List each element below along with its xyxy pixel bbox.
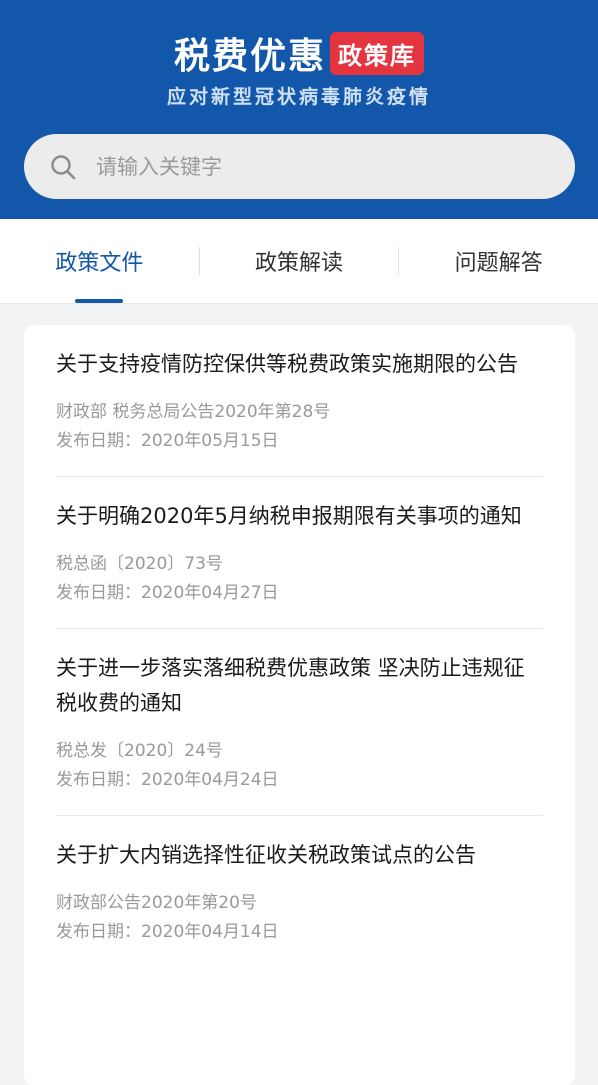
search-icon xyxy=(51,154,76,179)
search-bar[interactable] xyxy=(24,134,575,199)
item-title: 关于明确2020年5月纳税申报期限有关事项的通知 xyxy=(56,504,522,528)
header-subtitle: 应对新型冠状病毒肺炎疫情 xyxy=(166,86,431,108)
list-item[interactable]: 关于支持疫情防控保供等税费政策实施期限的公告 财政部 税务总局公告2020年第2… xyxy=(56,325,543,477)
item-date: 发布日期：2020年04月24日 xyxy=(56,770,279,790)
tab-policy-documents[interactable]: 政策文件 xyxy=(0,219,199,303)
item-title: 关于进一步落实落细税费优惠政策 坚决防止违规征税收费的通知 xyxy=(56,656,525,715)
list-item[interactable]: 关于扩大内销选择性征收关税政策试点的公告 财政部公告2020年第20号 发布日期… xyxy=(56,816,543,967)
header-banner: 税费优惠 政策库 应对新型冠状病毒肺炎疫情 xyxy=(0,0,598,219)
tab-qa[interactable]: 问题解答 xyxy=(399,219,598,303)
policy-list: 关于支持疫情防控保供等税费政策实施期限的公告 财政部 税务总局公告2020年第2… xyxy=(24,325,575,1085)
item-title: 关于扩大内销选择性征收关税政策试点的公告 xyxy=(56,843,476,867)
list-item[interactable]: 关于进一步落实落细税费优惠政策 坚决防止违规征税收费的通知 税总发〔2020〕2… xyxy=(56,629,543,816)
item-source: 税总发〔2020〕24号 xyxy=(56,741,223,761)
tab-label: 政策文件 xyxy=(55,251,144,276)
tab-label: 政策解读 xyxy=(255,251,344,276)
tab-label: 问题解答 xyxy=(454,251,543,276)
tab-bar: 政策文件 政策解读 问题解答 xyxy=(0,219,598,304)
item-date: 发布日期：2020年05月15日 xyxy=(56,431,279,451)
item-source: 财政部 税务总局公告2020年第28号 xyxy=(56,402,331,422)
logo-main-text: 税费优惠 xyxy=(173,36,326,77)
search-input[interactable] xyxy=(96,154,536,179)
tab-policy-interpretation[interactable]: 政策解读 xyxy=(200,219,399,303)
item-date: 发布日期：2020年04月27日 xyxy=(56,583,279,603)
item-source: 财政部公告2020年第20号 xyxy=(56,893,257,913)
logo-badge: 政策库 xyxy=(330,31,424,75)
list-item[interactable]: 关于明确2020年5月纳税申报期限有关事项的通知 税总函〔2020〕73号 发布… xyxy=(56,477,543,629)
item-title: 关于支持疫情防控保供等税费政策实施期限的公告 xyxy=(56,352,518,376)
item-source: 税总函〔2020〕73号 xyxy=(56,554,223,574)
item-date: 发布日期：2020年04月14日 xyxy=(56,922,279,942)
logo: 税费优惠 政策库 xyxy=(0,28,598,78)
